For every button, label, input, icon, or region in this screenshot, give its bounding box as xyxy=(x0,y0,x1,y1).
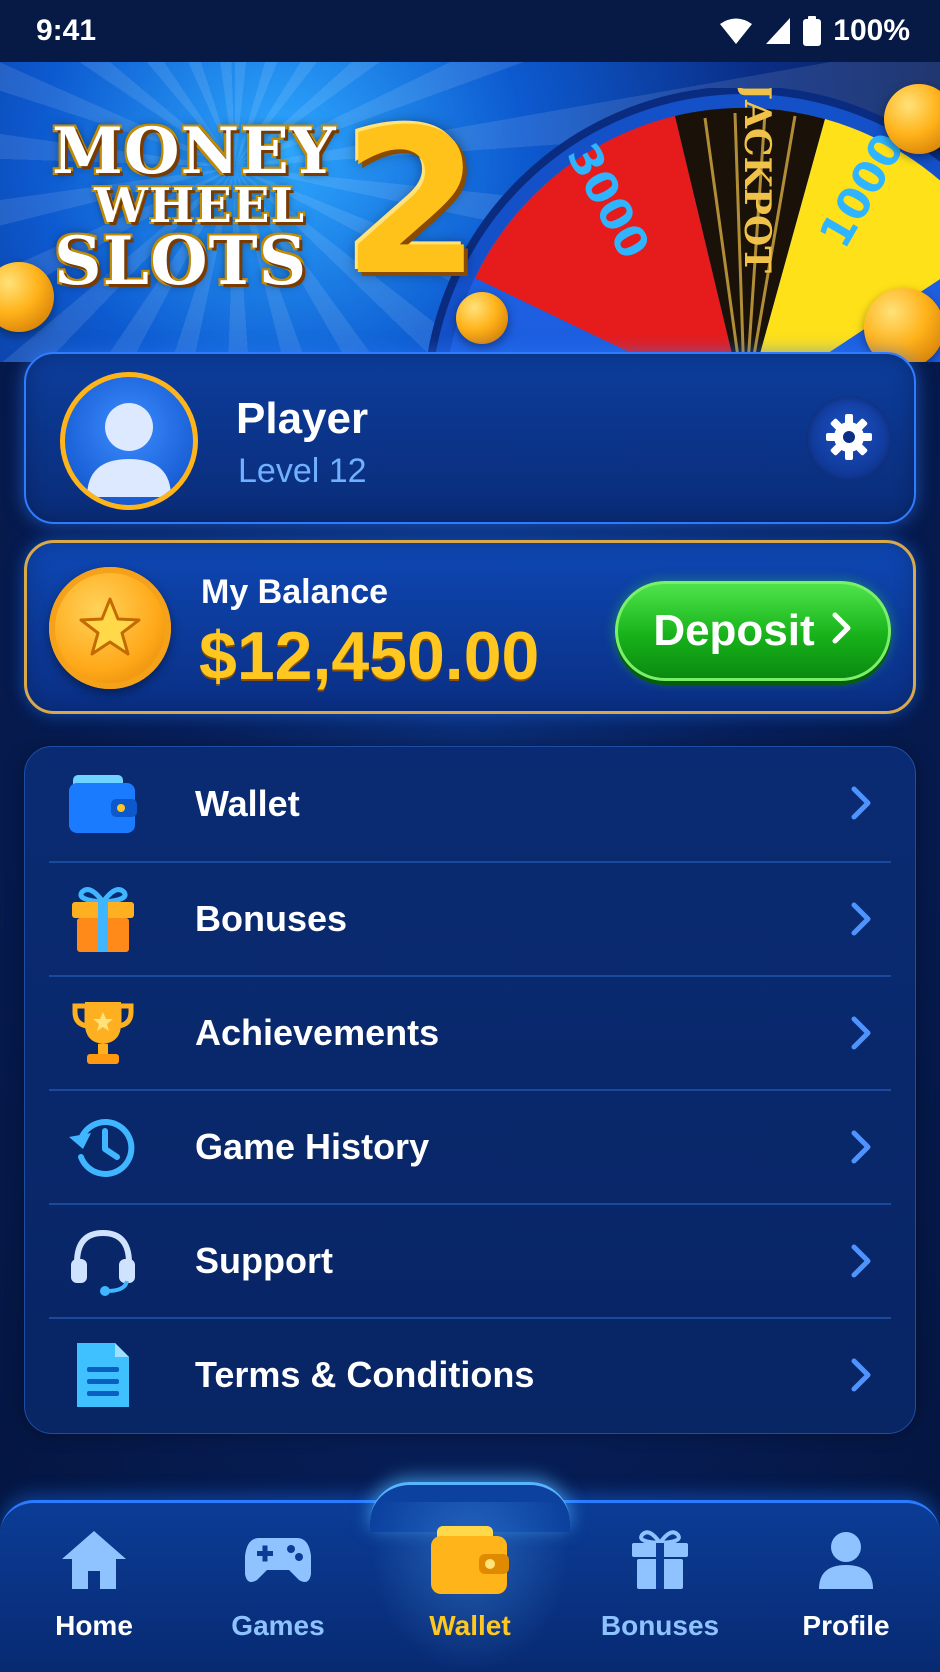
gift-icon xyxy=(63,879,143,959)
logo-text-money: MONEY xyxy=(52,114,337,189)
settings-button[interactable] xyxy=(806,396,892,482)
chevron-right-icon xyxy=(849,785,873,826)
logo-text-slots: SLOTS xyxy=(54,222,308,300)
profile-card: Player Level 12 xyxy=(24,352,916,524)
game-logo: MONEY WHEEL SLOTS 2 xyxy=(52,104,482,350)
coin-decoration xyxy=(864,288,940,362)
nav-item-profile[interactable]: Profile xyxy=(776,1520,916,1660)
menu-item-achievements[interactable]: Achievements xyxy=(49,975,891,1089)
headset-icon xyxy=(63,1221,143,1301)
player-name: Player xyxy=(236,394,369,443)
nav-label: Home xyxy=(55,1610,133,1641)
signal-icon xyxy=(765,17,791,45)
chevron-right-icon xyxy=(849,1357,873,1398)
nav-item-games[interactable]: Games xyxy=(208,1520,348,1660)
nav-item-home[interactable]: Home xyxy=(24,1520,164,1660)
deposit-button[interactable]: Deposit xyxy=(615,581,891,681)
home-icon xyxy=(60,1520,128,1600)
menu-item-terms[interactable]: Terms & Conditions xyxy=(49,1317,891,1431)
battery-percent: 100% xyxy=(833,14,910,47)
game-banner: 3000 JACKPOT 1000 MONEY WHEEL SLOTS 2 xyxy=(0,62,940,362)
menu-item-wallet[interactable]: Wallet xyxy=(49,747,891,861)
nav-item-wallet[interactable]: Wallet xyxy=(400,1520,540,1660)
person-icon xyxy=(87,403,171,497)
menu-item-label: Wallet xyxy=(195,783,300,824)
chevron-right-icon xyxy=(831,606,853,656)
nav-label: Games xyxy=(231,1610,325,1641)
menu-item-bonuses[interactable]: Bonuses xyxy=(49,861,891,975)
menu-item-label: Support xyxy=(195,1240,333,1281)
document-icon xyxy=(63,1335,143,1415)
menu-item-label: Terms & Conditions xyxy=(195,1354,535,1395)
balance-label: My Balance xyxy=(201,573,389,611)
wheel-label-2: JACKPOT xyxy=(736,88,778,273)
status-icons: 100% xyxy=(719,14,910,48)
deposit-button-label: Deposit xyxy=(653,606,815,655)
gamepad-icon xyxy=(243,1520,313,1600)
menu-item-game-history[interactable]: Game History xyxy=(49,1089,891,1203)
wallet-icon xyxy=(429,1520,511,1600)
logo-number: 2 xyxy=(342,87,482,320)
history-icon xyxy=(63,1107,143,1187)
menu-item-label: Achievements xyxy=(195,1012,440,1053)
menu-item-label: Game History xyxy=(195,1126,430,1167)
person-icon xyxy=(817,1520,875,1600)
nav-item-bonuses[interactable]: Bonuses xyxy=(590,1520,730,1660)
gear-icon xyxy=(824,412,874,467)
chevron-right-icon xyxy=(849,1243,873,1284)
gift-icon xyxy=(629,1520,691,1600)
chevron-right-icon xyxy=(849,901,873,942)
chevron-right-icon xyxy=(849,1015,873,1056)
wifi-icon xyxy=(719,17,753,45)
status-bar: 9:41 100% xyxy=(0,0,940,62)
account-menu: Wallet Bonuses Achievements Game History… xyxy=(24,746,916,1434)
wallet-icon xyxy=(63,764,143,844)
nav-label: Bonuses xyxy=(600,1610,720,1641)
menu-item-support[interactable]: Support xyxy=(49,1203,891,1317)
battery-icon xyxy=(803,16,822,46)
player-level: Level 12 xyxy=(238,452,367,490)
nav-label: Profile xyxy=(802,1610,890,1641)
status-time: 9:41 xyxy=(36,14,97,47)
coin-star-icon xyxy=(49,567,171,689)
chevron-right-icon xyxy=(849,1129,873,1170)
nav-label: Wallet xyxy=(429,1610,511,1641)
trophy-icon xyxy=(63,993,143,1073)
avatar[interactable] xyxy=(60,372,198,510)
menu-item-label: Bonuses xyxy=(195,898,348,939)
balance-card: My Balance $12,450.00 Deposit xyxy=(24,540,916,714)
balance-amount: $12,450.00 xyxy=(199,618,540,694)
